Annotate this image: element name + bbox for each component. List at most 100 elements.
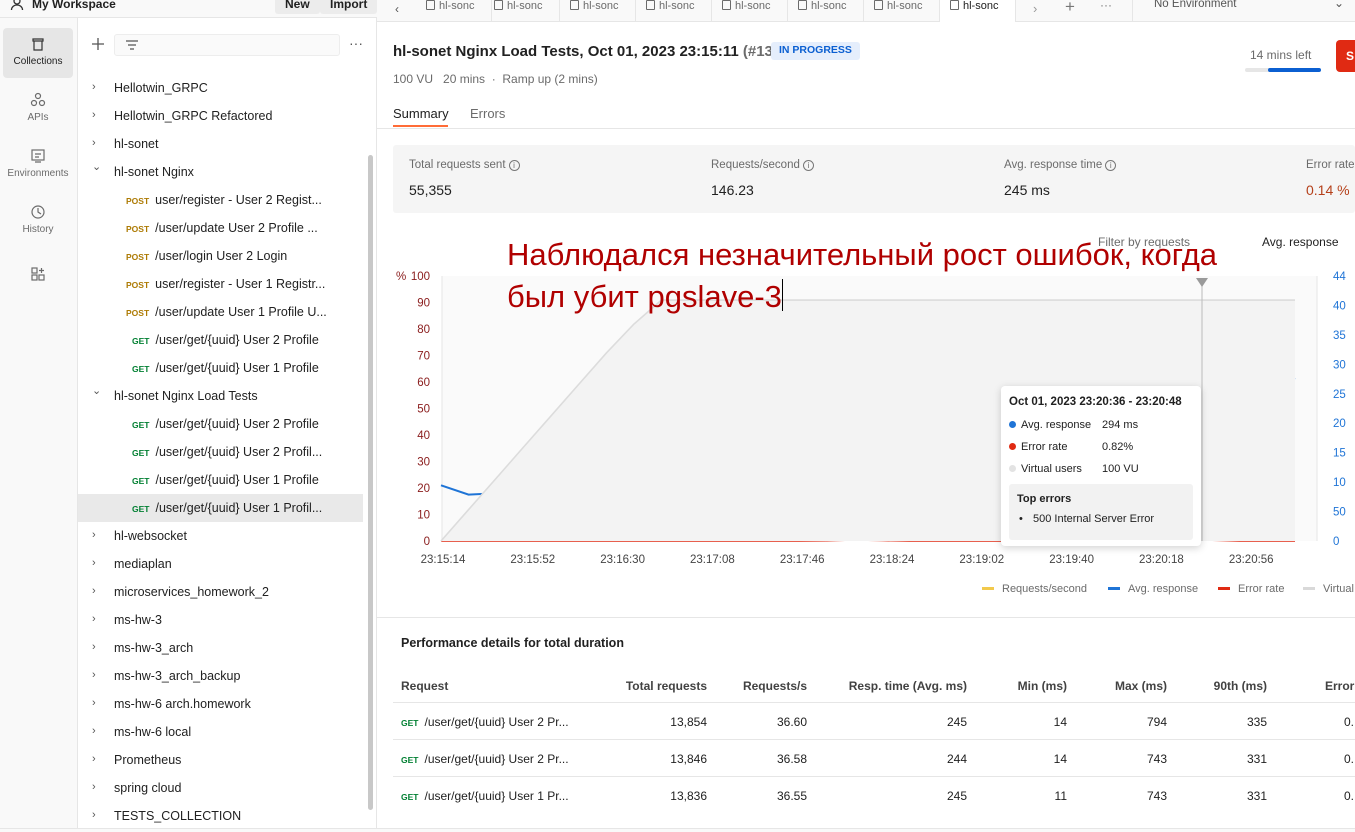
request-tab[interactable]: hl-sonc: [788, 0, 864, 22]
collection-folder[interactable]: › ms-hw-3_arch: [78, 634, 363, 662]
collection-folder[interactable]: › Hellotwin_GRPC: [78, 74, 363, 102]
chevron-right-icon[interactable]: ›: [92, 585, 96, 597]
chevron-right-icon[interactable]: ›: [92, 697, 96, 709]
collection-filter-input[interactable]: [114, 34, 340, 56]
plus-icon[interactable]: [91, 37, 105, 51]
tab-scroll-right-icon[interactable]: ›: [1033, 1, 1037, 16]
collection-folder[interactable]: › ms-hw-6 local: [78, 718, 363, 746]
stop-button[interactable]: S: [1336, 40, 1355, 72]
collection-folder[interactable]: › spring cloud: [78, 774, 363, 802]
chevron-right-icon[interactable]: ›: [92, 669, 96, 681]
import-button[interactable]: Import: [320, 0, 378, 14]
rail-item-configure[interactable]: [3, 258, 73, 292]
request-item[interactable]: GET/user/get/{uuid} User 1 Profile: [78, 466, 363, 494]
collection-folder[interactable]: › Hellotwin_GRPC Refactored: [78, 102, 363, 130]
column-header-total[interactable]: Total requests: [626, 679, 707, 693]
new-button[interactable]: New: [275, 0, 320, 14]
stat-value: 55,355: [409, 182, 452, 198]
collection-folder[interactable]: › microservices_homework_2: [78, 578, 363, 606]
column-header-rps[interactable]: Requests/s: [743, 679, 807, 693]
collection-folder[interactable]: › ms-hw-3_arch_backup: [78, 662, 363, 690]
more-options-icon[interactable]: ···: [349, 35, 363, 51]
column-header-p90[interactable]: 90th (ms): [1214, 679, 1267, 693]
info-icon[interactable]: i: [802, 160, 814, 171]
new-tab-icon[interactable]: +: [1065, 0, 1075, 17]
series-dot: [1009, 465, 1016, 472]
request-item[interactable]: POST/user/update User 2 Profile ...: [78, 214, 363, 242]
column-header-min[interactable]: Min (ms): [1018, 679, 1067, 693]
tooltip-value: 0.82%: [1102, 441, 1134, 453]
request-item[interactable]: GET/user/get/{uuid} User 2 Profile: [78, 326, 363, 354]
tooltip-row: Virtual users 100 VU: [1009, 463, 1139, 475]
run-tab-icon: [798, 0, 807, 10]
collection-folder[interactable]: ⌄ hl-sonet Nginx Load Tests: [78, 382, 363, 410]
legend-item[interactable]: Virtual: [1303, 583, 1354, 595]
status-bar: [0, 828, 1355, 832]
info-icon[interactable]: i: [508, 160, 520, 171]
collection-folder[interactable]: ⌄ hl-sonet Nginx: [78, 158, 363, 186]
rail-item-collections[interactable]: Collections: [3, 28, 73, 78]
collection-folder[interactable]: › hl-websocket: [78, 522, 363, 550]
chevron-right-icon[interactable]: ›: [92, 137, 96, 149]
request-tab[interactable]: hl-sonc: [712, 0, 788, 22]
chevron-right-icon[interactable]: ›: [92, 109, 96, 121]
collection-folder[interactable]: › Prometheus: [78, 746, 363, 774]
request-tab[interactable]: hl-sonc: [864, 0, 940, 22]
right-axis-tick: 35: [1333, 330, 1346, 342]
table-row[interactable]: GET/user/get/{uuid} User 1 Pr... 13,836 36…: [393, 776, 1355, 813]
chevron-right-icon[interactable]: ›: [92, 529, 96, 541]
table-row[interactable]: GET/user/get/{uuid} User 2 Pr... 13,846 36…: [393, 739, 1355, 776]
table-row[interactable]: GET/user/get/{uuid} User 2 Pr... 13,854 36…: [393, 702, 1355, 739]
request-item[interactable]: GET/user/get/{uuid} User 1 Profil...: [78, 494, 363, 522]
tab-scroll-left-icon[interactable]: ‹: [395, 2, 399, 16]
column-header-max[interactable]: Max (ms): [1115, 679, 1167, 693]
collection-folder[interactable]: › hl-sonet: [78, 130, 363, 158]
collection-folder[interactable]: › ms-hw-6 arch.homework: [78, 690, 363, 718]
workspace-title[interactable]: My Workspace: [10, 0, 116, 11]
chevron-right-icon[interactable]: ›: [92, 557, 96, 569]
environment-selector[interactable]: No Environment ⌄: [1132, 0, 1355, 22]
request-item[interactable]: POST user/register - User 2 Regist...: [78, 186, 363, 214]
column-header-request[interactable]: Request: [401, 679, 448, 693]
column-header-error[interactable]: Error: [1325, 679, 1354, 693]
request-item[interactable]: POST/user/update User 1 Profile U...: [78, 298, 363, 326]
request-item[interactable]: POST/user/login User 2 Login: [78, 242, 363, 270]
request-item[interactable]: POST user/register - User 1 Registr...: [78, 270, 363, 298]
legend-item[interactable]: Error rate: [1218, 583, 1284, 595]
request-tab[interactable]: hl-sonc: [484, 0, 560, 22]
collection-folder[interactable]: › TESTS_COLLECTION: [78, 802, 363, 828]
folder-label: Hellotwin_GRPC: [114, 81, 208, 95]
collection-folder[interactable]: › ms-hw-3: [78, 606, 363, 634]
chevron-right-icon[interactable]: ›: [92, 809, 96, 821]
sidebar-scrollbar[interactable]: [368, 155, 373, 810]
column-header-resp-time[interactable]: Resp. time (Avg. ms): [849, 679, 967, 693]
legend-item[interactable]: Avg. response: [1108, 583, 1198, 595]
chevron-right-icon[interactable]: ›: [92, 641, 96, 653]
request-item[interactable]: GET/user/get/{uuid} User 2 Profil...: [78, 438, 363, 466]
rail-item-apis[interactable]: APIs: [3, 84, 73, 134]
chevron-down-icon[interactable]: ⌄: [92, 160, 101, 173]
metric-dropdown[interactable]: Avg. response: [1262, 235, 1339, 249]
chevron-right-icon[interactable]: ›: [92, 725, 96, 737]
request-tab[interactable]: hl-sonc: [560, 0, 636, 22]
chevron-down-icon[interactable]: ⌄: [92, 384, 101, 397]
chevron-right-icon[interactable]: ›: [92, 753, 96, 765]
chevron-right-icon[interactable]: ›: [92, 613, 96, 625]
rail-label: APIs: [27, 112, 49, 123]
request-item[interactable]: GET/user/get/{uuid} User 1 Profile: [78, 354, 363, 382]
info-icon[interactable]: i: [1105, 160, 1117, 171]
chevron-right-icon[interactable]: ›: [92, 781, 96, 793]
rail-item-environments[interactable]: Environments: [3, 140, 73, 190]
request-tab[interactable]: hl-sonc: [636, 0, 712, 22]
tab-errors[interactable]: Errors: [470, 106, 505, 121]
tab-summary[interactable]: Summary: [393, 106, 449, 121]
collection-folder[interactable]: › mediaplan: [78, 550, 363, 578]
chevron-right-icon[interactable]: ›: [92, 81, 96, 93]
request-tab[interactable]: hl-sonc: [416, 0, 492, 22]
request-item[interactable]: GET/user/get/{uuid} User 2 Profile: [78, 410, 363, 438]
request-tab[interactable]: hl-sonc: [940, 0, 1016, 22]
tab-options-icon[interactable]: ···: [1100, 0, 1112, 12]
stat-value: 0.14 %: [1306, 182, 1350, 198]
rail-item-history[interactable]: History: [3, 196, 73, 246]
legend-item[interactable]: Requests/second: [982, 583, 1087, 595]
